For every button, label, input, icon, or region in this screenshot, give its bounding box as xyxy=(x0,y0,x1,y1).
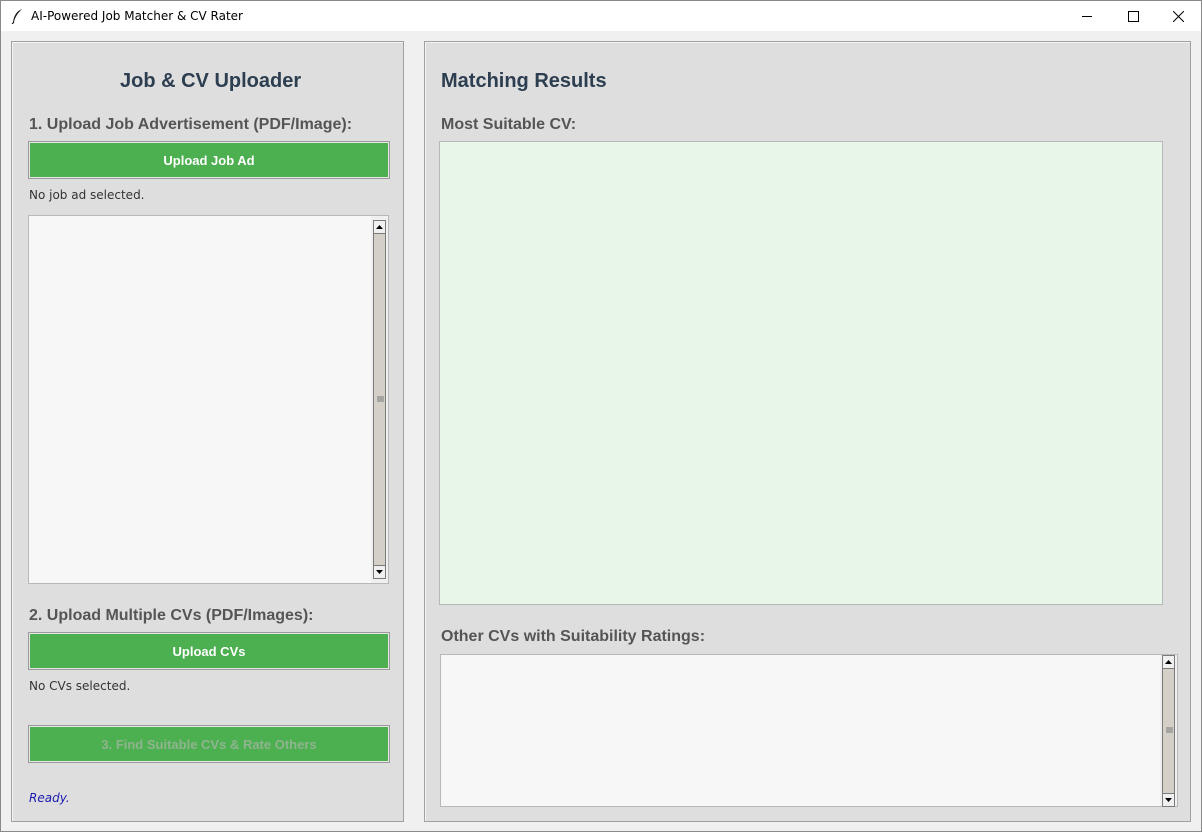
cvs-status: No CVs selected. xyxy=(29,679,131,693)
results-panel: Matching Results Most Suitable CV: Other… xyxy=(424,41,1191,822)
grip-icon xyxy=(377,396,384,402)
other-cvs-scrollbar[interactable] xyxy=(1160,655,1177,807)
scroll-thumb[interactable] xyxy=(373,234,386,565)
close-button[interactable] xyxy=(1156,1,1201,31)
other-cvs-label: Other CVs with Suitability Ratings: xyxy=(441,628,706,645)
job-ad-scrollbar[interactable] xyxy=(371,216,388,583)
find-suitable-cvs-button[interactable]: 3. Find Suitable CVs & Rate Others xyxy=(28,725,390,763)
job-ad-preview-textbox[interactable] xyxy=(28,215,389,584)
scroll-down-arrow-icon[interactable] xyxy=(373,565,386,579)
close-icon xyxy=(1173,10,1184,22)
scroll-up-arrow-icon[interactable] xyxy=(1162,655,1175,669)
maximize-icon xyxy=(1128,10,1139,22)
upload-job-ad-button[interactable]: Upload Job Ad xyxy=(28,141,390,179)
most-suitable-label: Most Suitable CV: xyxy=(441,116,577,133)
scroll-thumb[interactable] xyxy=(1162,669,1175,793)
results-title: Matching Results xyxy=(441,70,607,92)
uploader-panel: Job & CV Uploader 1. Upload Job Advertis… xyxy=(11,41,404,822)
scroll-down-arrow-icon[interactable] xyxy=(1162,793,1175,807)
maximize-button[interactable] xyxy=(1111,1,1156,31)
upload-cvs-button[interactable]: Upload CVs xyxy=(28,632,390,670)
job-ad-step-label: 1. Upload Job Advertisement (PDF/Image): xyxy=(29,116,353,133)
minimize-icon xyxy=(1082,11,1093,22)
scroll-up-arrow-icon[interactable] xyxy=(373,220,386,234)
grip-icon xyxy=(1166,727,1173,733)
window-title: AI-Powered Job Matcher & CV Rater xyxy=(31,9,243,23)
feather-icon xyxy=(11,8,25,25)
status-text: Ready. xyxy=(29,791,70,805)
minimize-button[interactable] xyxy=(1065,1,1110,31)
most-suitable-cv-textbox[interactable] xyxy=(439,141,1163,605)
title-bar[interactable]: AI-Powered Job Matcher & CV Rater xyxy=(1,1,1201,31)
app-window: AI-Powered Job Matcher & CV Rater Job & … xyxy=(0,0,1202,832)
other-cvs-textbox[interactable] xyxy=(440,654,1178,807)
uploader-title: Job & CV Uploader xyxy=(120,70,302,92)
cvs-step-label: 2. Upload Multiple CVs (PDF/Images): xyxy=(29,607,314,624)
job-ad-status: No job ad selected. xyxy=(29,188,145,202)
